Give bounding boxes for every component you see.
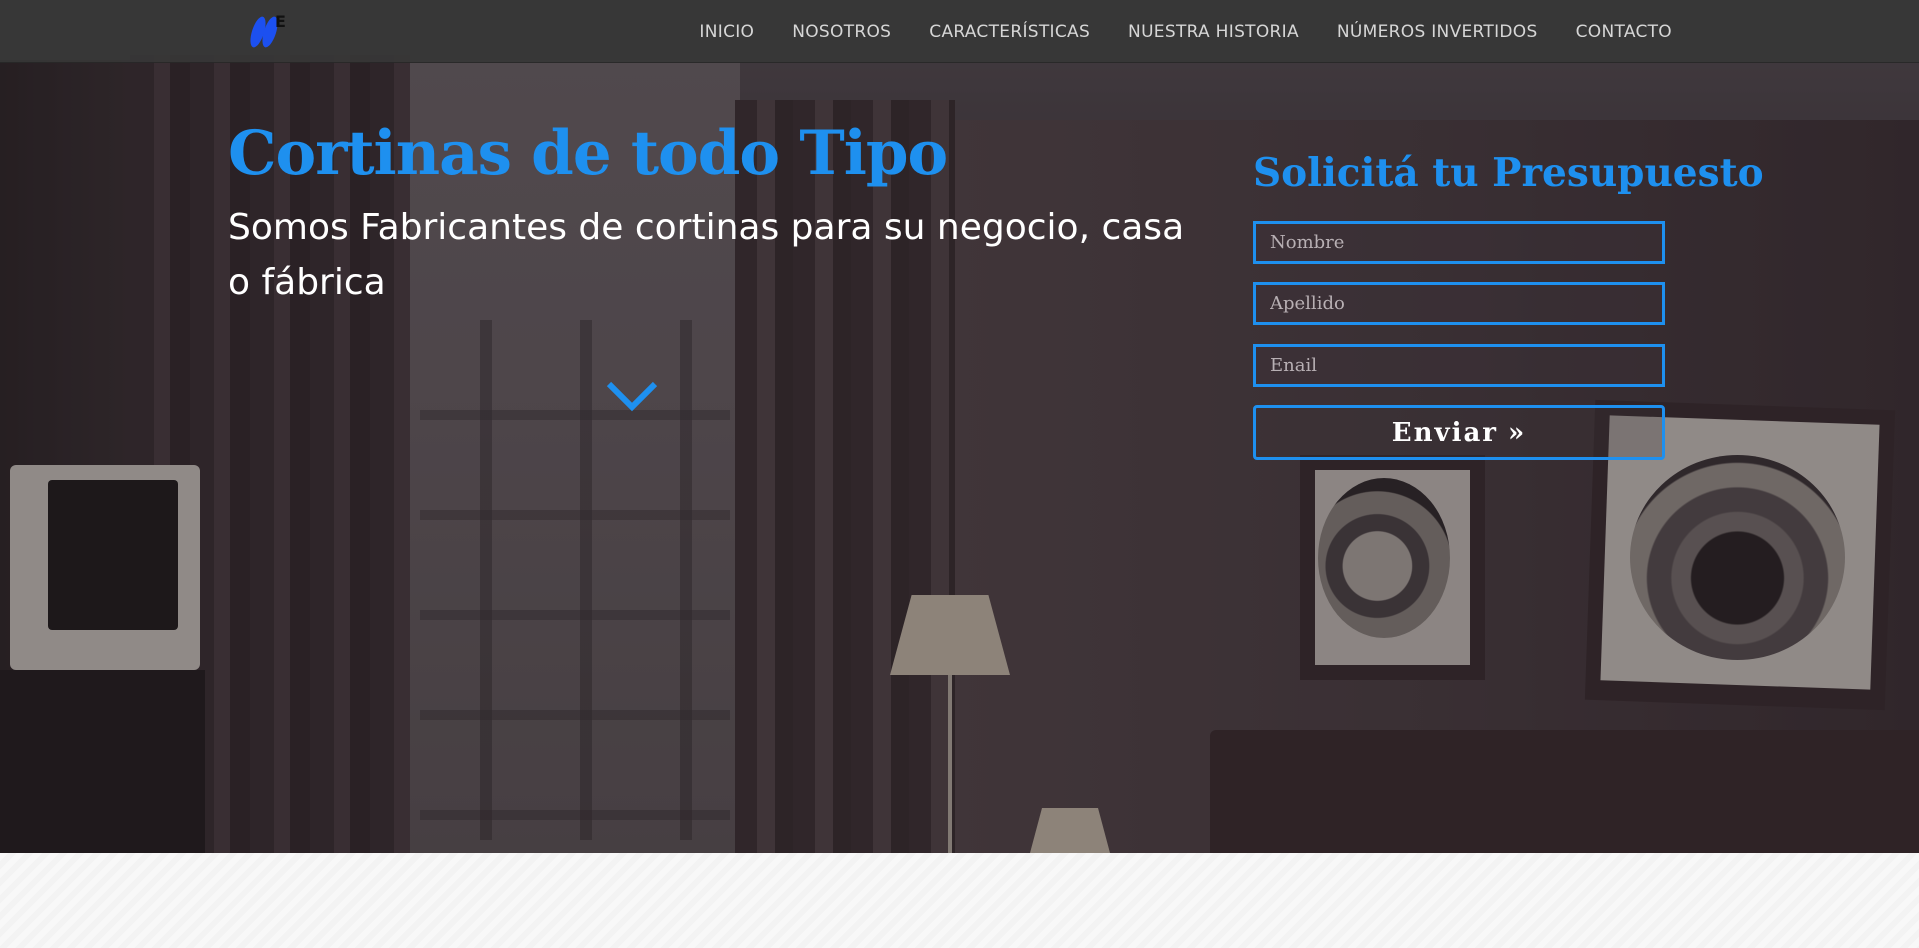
site-logo[interactable]: E <box>247 12 290 50</box>
nav-item-nosotros[interactable]: NOSOTROS <box>773 22 910 42</box>
nav-item-caracteristicas[interactable]: CARACTERÍSTICAS <box>910 22 1109 42</box>
first-name-field[interactable] <box>1253 221 1665 264</box>
next-section <box>0 853 1919 948</box>
chevron-down-icon[interactable] <box>604 378 660 414</box>
quote-form-title: Solicitá tu Presupuesto <box>1253 150 1764 196</box>
double-chevron-right-icon: » <box>1508 417 1527 448</box>
nav-item-numeros-invertidos[interactable]: NÚMEROS INVERTIDOS <box>1318 22 1557 42</box>
top-navbar: E INICIO NOSOTROS CARACTERÍSTICAS NUESTR… <box>0 0 1919 63</box>
submit-button-label: Enviar <box>1391 417 1498 448</box>
logo-letter: E <box>275 12 286 31</box>
main-nav: INICIO NOSOTROS CARACTERÍSTICAS NUESTRA … <box>680 0 1672 63</box>
nav-item-inicio[interactable]: INICIO <box>680 22 773 42</box>
hero-title: Cortinas de todo Tipo <box>228 118 948 189</box>
submit-button[interactable]: Enviar » <box>1253 405 1665 460</box>
nav-item-contacto[interactable]: CONTACTO <box>1557 22 1672 42</box>
last-name-field[interactable] <box>1253 282 1665 325</box>
email-field[interactable] <box>1253 344 1665 387</box>
nav-item-nuestra-historia[interactable]: NUESTRA HISTORIA <box>1109 22 1318 42</box>
hero-subtitle: Somos Fabricantes de cortinas para su ne… <box>228 207 1185 303</box>
